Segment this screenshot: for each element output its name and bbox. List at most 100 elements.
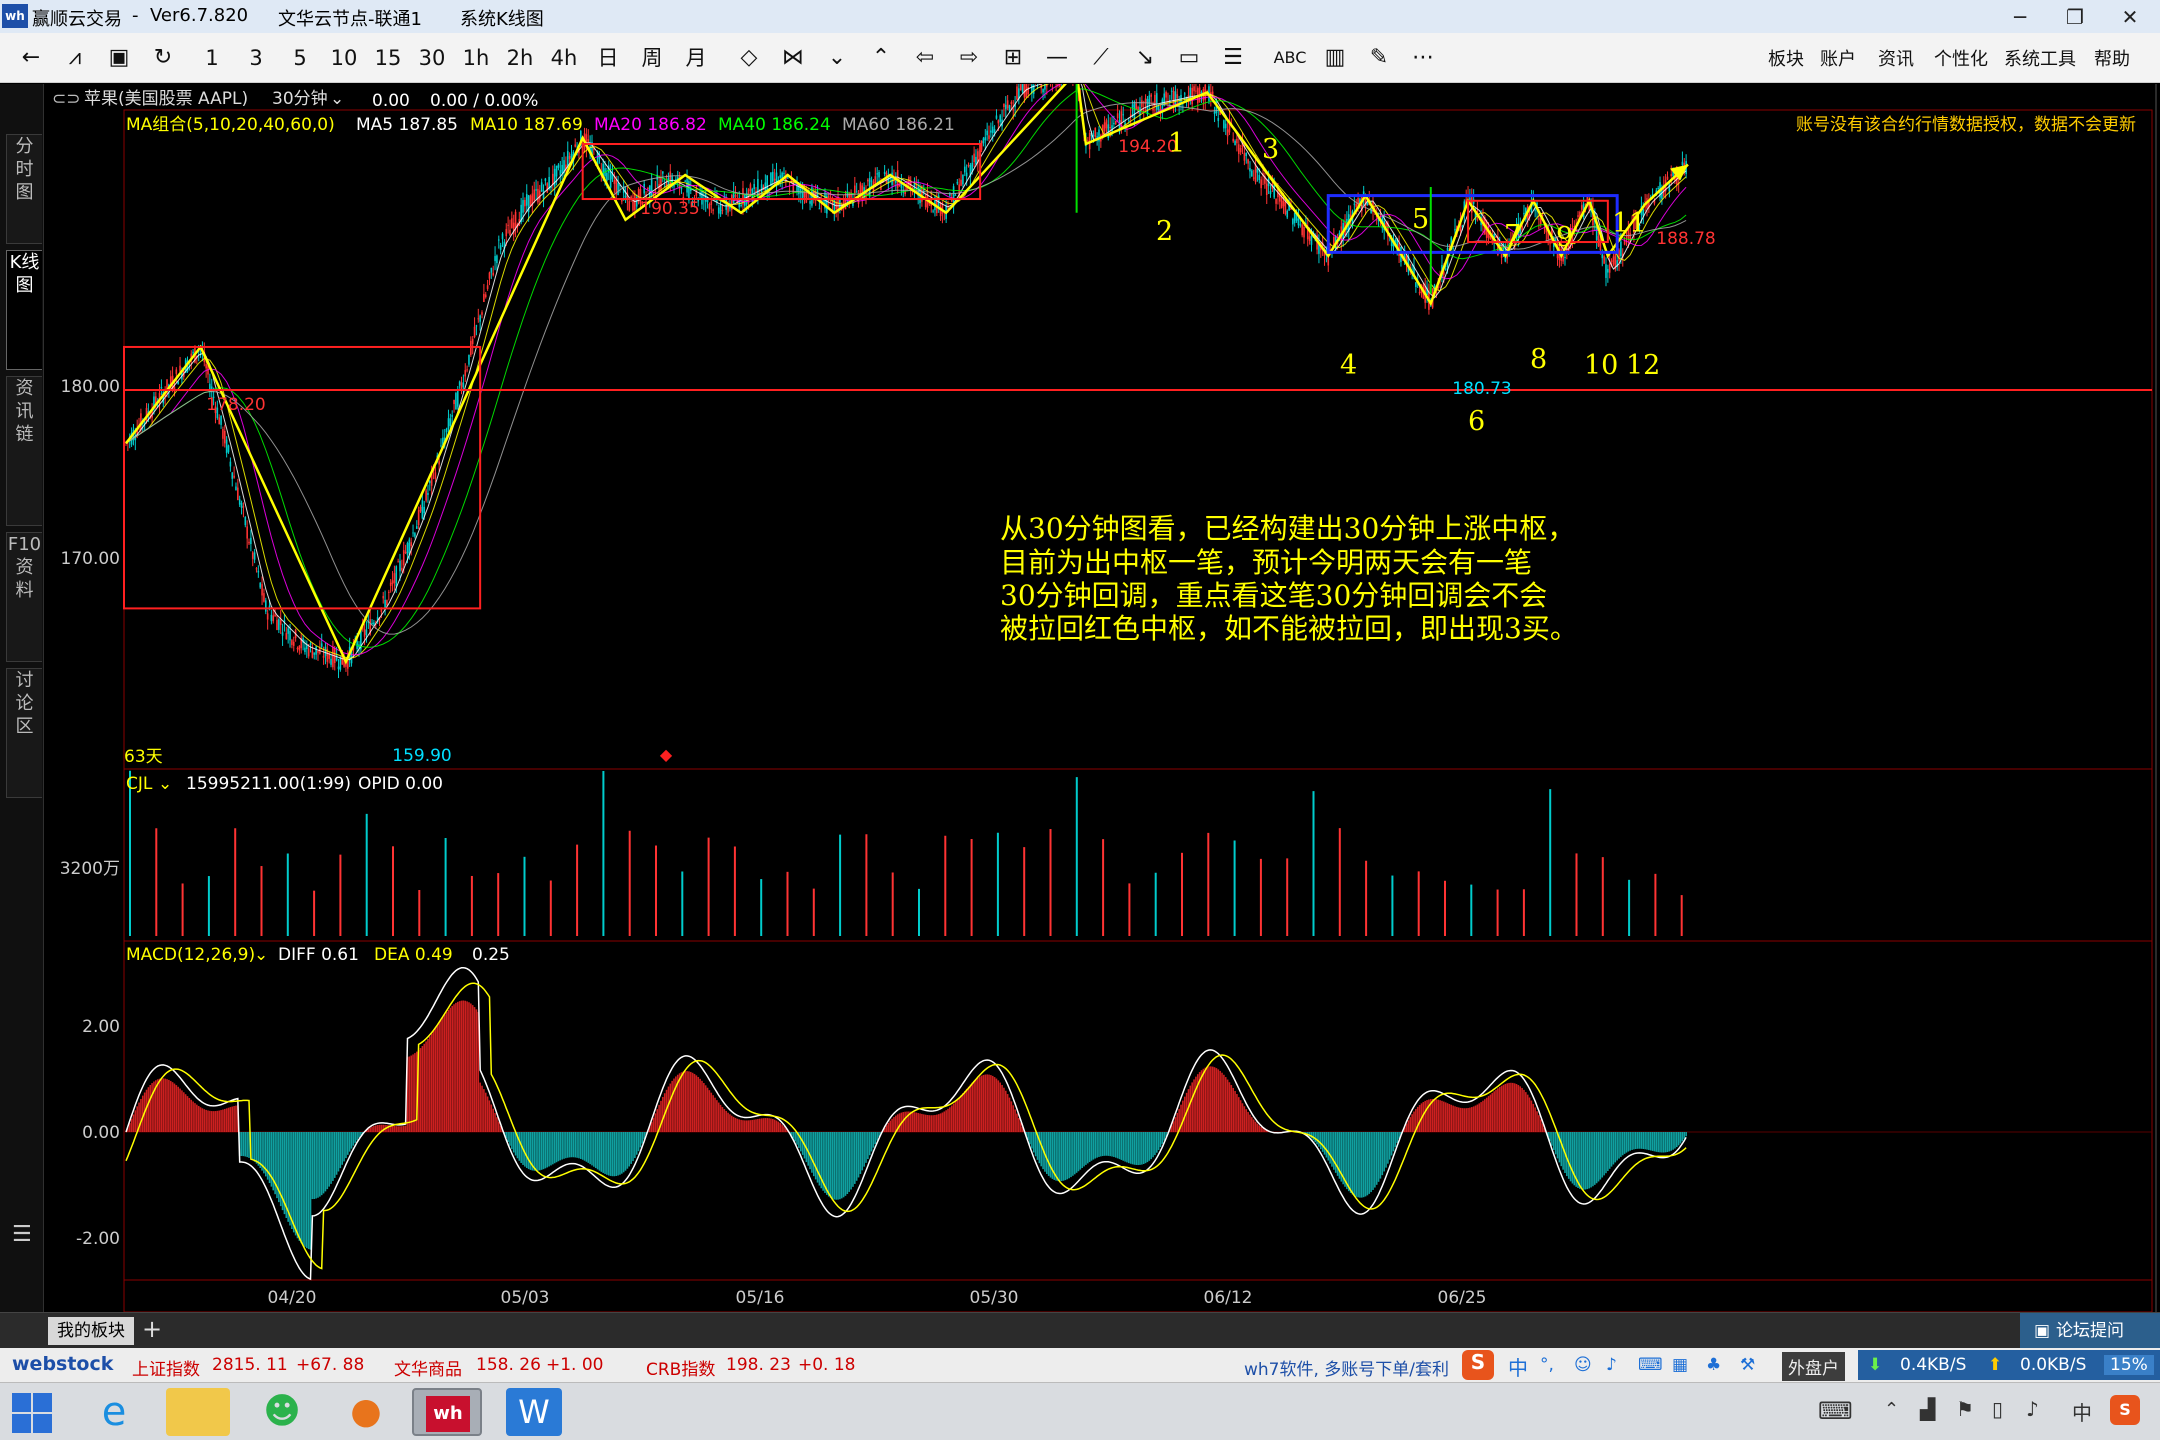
horizontal-line-icon[interactable]: — — [1040, 41, 1074, 75]
chevron-down-icon[interactable]: ⌄ — [158, 774, 172, 794]
macd-axis-2: 2.00 — [82, 1017, 120, 1037]
period-button-5[interactable]: 30 — [410, 41, 454, 75]
rectangle-icon[interactable]: ▭ — [1172, 41, 1206, 75]
grid-icon[interactable]: ▦ — [1672, 1355, 1688, 1375]
chevron-down-icon[interactable]: ⌄ — [254, 945, 268, 965]
emoji-icon[interactable]: ☺ — [1574, 1355, 1592, 1375]
refresh-icon[interactable]: ↻ — [146, 41, 180, 75]
keyboard-icon[interactable]: ⌨ — [1818, 1397, 1853, 1425]
bowtie-icon[interactable]: ⋈ — [776, 41, 810, 75]
outer-account[interactable]: 外盘户 — [1782, 1352, 1845, 1381]
cpu-usage: 15% — [2104, 1355, 2154, 1375]
abc-text-tool[interactable]: ABC — [1270, 41, 1310, 75]
period-button-8[interactable]: 4h — [542, 41, 586, 75]
app-orange-icon[interactable]: ● — [334, 1388, 398, 1436]
back-icon[interactable]: ← — [14, 41, 48, 75]
menu-item-0[interactable]: 板块 — [1768, 45, 1804, 71]
tab-my-block[interactable]: 我的板块 — [48, 1317, 134, 1345]
ime-mode[interactable]: 中 — [1508, 1352, 1528, 1381]
period-selector[interactable]: 30分钟 — [272, 89, 328, 109]
flag-icon[interactable]: ⚑ — [1956, 1397, 1974, 1421]
menu-item-4[interactable]: 系统工具 — [2004, 45, 2076, 71]
period-button-7[interactable]: 2h — [498, 41, 542, 75]
wechat-icon[interactable]: ☻ — [250, 1388, 314, 1436]
tray-expand-icon[interactable]: ⌃ — [1884, 1399, 1899, 1420]
punctuation-icon[interactable]: °, — [1540, 1355, 1554, 1375]
arrow-line-icon[interactable]: ↘ — [1128, 41, 1162, 75]
sogou-icon[interactable]: S — [1462, 1350, 1494, 1380]
link-icon[interactable]: ⊂⊃ — [52, 89, 81, 109]
kline-chart[interactable]: ⊂⊃ 苹果(美国股票 AAPL) 30分钟 ⌄ 0.00 0.00 / 0.00… — [0, 84, 2160, 1312]
ie-browser-icon[interactable]: e — [82, 1388, 146, 1436]
symbol-name[interactable]: 苹果(美国股票 AAPL) — [84, 89, 248, 109]
save-icon[interactable]: ▣ — [102, 41, 136, 75]
period-button-4[interactable]: 15 — [366, 41, 410, 75]
battery-icon[interactable]: ▯ — [1992, 1397, 2003, 1421]
date-label-0516: 05/16 — [736, 1288, 785, 1308]
taskbar-ime[interactable]: 中 — [2072, 1397, 2092, 1426]
volume-icon[interactable]: ♪ — [2026, 1397, 2039, 1421]
menu-item-3[interactable]: 个性化 — [1934, 45, 1988, 71]
ma60-value: MA60 186.21 — [842, 115, 955, 135]
wrench-icon[interactable]: ⚒ — [1740, 1355, 1755, 1375]
line-chart-icon[interactable]: ⩘ — [58, 41, 92, 75]
data-auth-notice: 账号没有该合约行情数据授权，数据不会更新 — [1796, 115, 2136, 135]
period-button-0[interactable]: 1 — [190, 41, 234, 75]
index3-name[interactable]: CRB指数 — [646, 1355, 715, 1380]
double-chevron-up-icon[interactable]: ⌃ — [864, 41, 898, 75]
period-button-3[interactable]: 10 — [322, 41, 366, 75]
file-explorer-icon[interactable] — [166, 1388, 230, 1436]
windows-start-icon[interactable] — [10, 1391, 54, 1435]
w-app-icon[interactable]: W — [506, 1388, 562, 1436]
wave-number-4: 4 — [1340, 350, 1357, 381]
toolbar: ← ⩘ ▣ ↻ 1 3 5 10 15 30 1h 2h 4h 日周月 ◇ ⋈ ⌄ ⌃ ⇦ ⇨ ⊞… — [0, 33, 2160, 83]
ma20-value: MA20 186.82 — [594, 115, 707, 135]
ma-indicator-label[interactable]: MA组合(5,10,20,40,60,0) — [126, 115, 335, 135]
arrow-left-icon[interactable]: ⇦ — [908, 41, 942, 75]
mic-icon[interactable]: ♪ — [1606, 1355, 1617, 1375]
layout-grid-icon[interactable]: ⊞ — [996, 41, 1030, 75]
date-label-0420: 04/20 — [268, 1288, 317, 1308]
barcode-icon[interactable]: ▥ — [1318, 41, 1352, 75]
period-button-2[interactable]: 5 — [278, 41, 322, 75]
forum-button[interactable]: ▣ 论坛提问 — [2020, 1313, 2160, 1349]
minimize-button[interactable]: ─ — [1990, 2, 2050, 32]
macd-indicator-label[interactable]: MACD(12,26,9) — [126, 945, 255, 965]
index2-name[interactable]: 文华商品 — [394, 1355, 462, 1380]
index1-change: +67. 88 — [296, 1355, 365, 1375]
arrow-right-icon[interactable]: ⇨ — [952, 41, 986, 75]
index1-value: 2815. 11 — [212, 1355, 288, 1375]
event-marker-icon[interactable]: ◆ — [660, 745, 673, 764]
price-change: 0.00 — [372, 91, 410, 111]
maximize-button[interactable]: ❐ — [2045, 2, 2105, 32]
network-icon[interactable]: ▟ — [1920, 1397, 1935, 1421]
macd-bar-value: 0.25 — [472, 945, 510, 965]
period-button-11[interactable]: 月 — [674, 41, 718, 75]
trend-line-icon[interactable]: ⟋ — [1084, 41, 1118, 75]
wave-number-10: 10 — [1584, 350, 1618, 381]
shirt-icon[interactable]: ♣ — [1706, 1355, 1721, 1375]
add-tab-button[interactable]: + — [142, 1315, 162, 1343]
price-change-pct: 0.00 / 0.00% — [430, 91, 538, 111]
volume-indicator-label[interactable]: CJL — [126, 774, 153, 794]
index1-name[interactable]: 上证指数 — [132, 1355, 200, 1380]
period-button-6[interactable]: 1h — [454, 41, 498, 75]
keyboard-icon[interactable]: ⌨ — [1638, 1355, 1663, 1375]
volume-axis-label: 3200万 — [60, 859, 120, 879]
promo-text[interactable]: wh7软件, 多账号下单/套利 — [1244, 1355, 1449, 1380]
text-block-icon[interactable]: ☰ — [1216, 41, 1250, 75]
menu-item-1[interactable]: 账户 — [1820, 45, 1856, 71]
eraser-icon[interactable]: ✎ — [1362, 41, 1396, 75]
period-button-10[interactable]: 周 — [630, 41, 674, 75]
close-button[interactable]: ✕ — [2100, 2, 2160, 32]
period-button-9[interactable]: 日 — [586, 41, 630, 75]
menu-item-5[interactable]: 帮助 — [2094, 45, 2130, 71]
sogou-tray-icon[interactable]: S — [2110, 1395, 2140, 1425]
diamond-arrows-icon[interactable]: ◇ — [732, 41, 766, 75]
menu-item-2[interactable]: 资讯 — [1878, 45, 1914, 71]
more-icon[interactable]: ⋯ — [1406, 41, 1440, 75]
chevron-down-icon[interactable]: ⌄ — [330, 89, 344, 109]
period-button-1[interactable]: 3 — [234, 41, 278, 75]
wenhua-app-icon[interactable]: wh — [412, 1388, 482, 1436]
double-chevron-down-icon[interactable]: ⌄ — [820, 41, 854, 75]
